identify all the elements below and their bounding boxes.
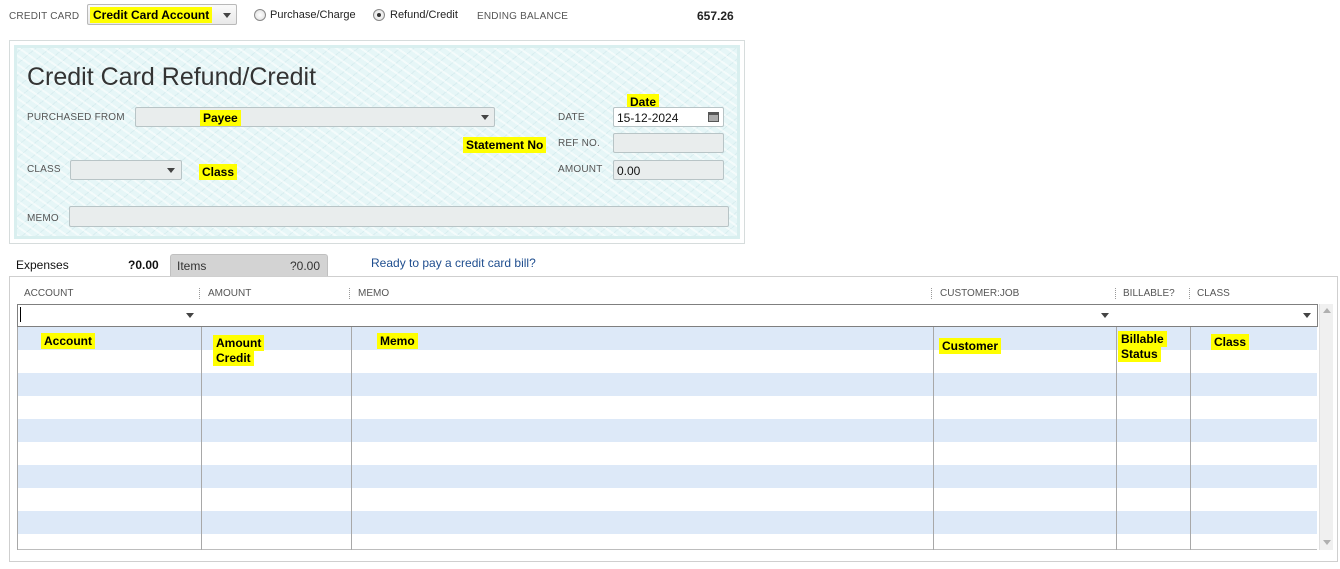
customer-annotation: Customer: [939, 338, 1002, 354]
billable-annotation-line2: Status: [1118, 346, 1161, 362]
table-row[interactable]: [17, 511, 1317, 534]
column-separator[interactable]: [931, 288, 932, 299]
date-field[interactable]: 15-12-2024: [613, 107, 724, 127]
scroll-down-icon[interactable]: [1323, 540, 1331, 545]
account-annotation: Account: [41, 333, 95, 349]
grid-line: [1190, 304, 1191, 550]
tab-items-label: Items: [177, 259, 207, 273]
table-row[interactable]: [17, 442, 1317, 465]
table-row[interactable]: [17, 534, 1317, 550]
memo-label: MEMO: [27, 213, 59, 224]
amount-annotation-line2: Credit: [213, 350, 254, 366]
class-chevron-down-icon[interactable]: [1303, 313, 1311, 318]
tab-expenses-amount: ?0.00: [128, 258, 159, 272]
memo-annotation: Memo: [377, 333, 418, 349]
grid-line: [933, 304, 934, 550]
chevron-down-icon: [481, 115, 489, 120]
grid-scrollbar[interactable]: [1319, 304, 1333, 550]
grid-line: [351, 304, 352, 550]
amount-value: 0.00: [617, 164, 641, 178]
page-title: Credit Card Refund/Credit: [27, 63, 317, 91]
grid-line: [1116, 304, 1117, 550]
table-row[interactable]: [17, 373, 1317, 396]
class-column-annotation: Class: [1211, 334, 1250, 350]
text-cursor: [20, 307, 21, 322]
credit-card-account-dropdown[interactable]: Credit Card Account: [87, 4, 237, 25]
chevron-down-icon: [223, 13, 231, 18]
column-separator[interactable]: [349, 288, 350, 299]
grid-entry-row[interactable]: [17, 304, 1318, 327]
memo-input[interactable]: [69, 206, 729, 227]
radio-purchase-charge[interactable]: [254, 9, 266, 21]
ending-balance-label: ENDING BALANCE: [477, 11, 569, 22]
column-header-class[interactable]: CLASS: [1197, 288, 1230, 299]
grid-bottom-border: [17, 549, 1317, 550]
ref-no-label: REF NO.: [558, 138, 600, 149]
chevron-down-icon: [167, 168, 175, 173]
column-header-customer-job[interactable]: CUSTOMER:JOB: [940, 288, 1019, 299]
credit-card-account-value: Credit Card Account: [90, 7, 213, 23]
table-row[interactable]: [17, 396, 1317, 419]
column-header-memo[interactable]: MEMO: [358, 288, 389, 299]
account-chevron-down-icon[interactable]: [186, 313, 194, 318]
table-row[interactable]: [17, 419, 1317, 442]
column-header-account[interactable]: ACCOUNT: [24, 288, 73, 299]
tab-expenses[interactable]: Expenses ?0.00: [11, 253, 167, 277]
payee-dropdown[interactable]: [135, 107, 495, 127]
amount-label: AMOUNT: [558, 164, 603, 175]
tab-expenses-label: Expenses: [16, 258, 69, 272]
table-row[interactable]: [17, 488, 1317, 511]
billable-annotation-line1: Billable: [1118, 331, 1167, 347]
purchased-from-label: PURCHASED FROM: [27, 112, 125, 123]
column-header-billable[interactable]: BILLABLE?: [1123, 288, 1175, 299]
scroll-up-icon[interactable]: [1323, 308, 1331, 313]
class-label: CLASS: [27, 164, 61, 175]
column-header-amount[interactable]: AMOUNT: [208, 288, 251, 299]
table-row[interactable]: [17, 465, 1317, 488]
grid-line: [201, 304, 202, 550]
column-separator[interactable]: [1115, 288, 1116, 299]
ref-no-input[interactable]: [613, 133, 724, 153]
class-dropdown[interactable]: [70, 160, 182, 180]
calendar-icon[interactable]: [708, 112, 719, 122]
amount-annotation-line1: Amount: [213, 335, 265, 351]
radio-purchase-charge-label[interactable]: Purchase/Charge: [270, 9, 356, 21]
tab-items-amount: ?0.00: [290, 259, 321, 273]
radio-refund-credit-label[interactable]: Refund/Credit: [390, 9, 458, 21]
class-annotation: Class: [199, 164, 238, 180]
credit-card-label: CREDIT CARD: [9, 11, 80, 22]
statement-no-annotation: Statement No: [463, 137, 547, 153]
date-label: DATE: [558, 112, 585, 123]
date-value: 15-12-2024: [617, 111, 679, 125]
customer-chevron-down-icon[interactable]: [1101, 313, 1109, 318]
amount-input[interactable]: 0.00: [613, 160, 724, 180]
column-separator[interactable]: [199, 288, 200, 299]
pay-credit-card-bill-link[interactable]: Ready to pay a credit card bill?: [371, 256, 536, 270]
grid-line: [17, 304, 18, 550]
tab-items[interactable]: Items ?0.00: [170, 254, 328, 276]
ending-balance-value: 657.26: [697, 9, 734, 23]
payee-annotation: Payee: [200, 110, 241, 126]
radio-refund-credit[interactable]: [373, 9, 385, 21]
column-separator[interactable]: [1189, 288, 1190, 299]
